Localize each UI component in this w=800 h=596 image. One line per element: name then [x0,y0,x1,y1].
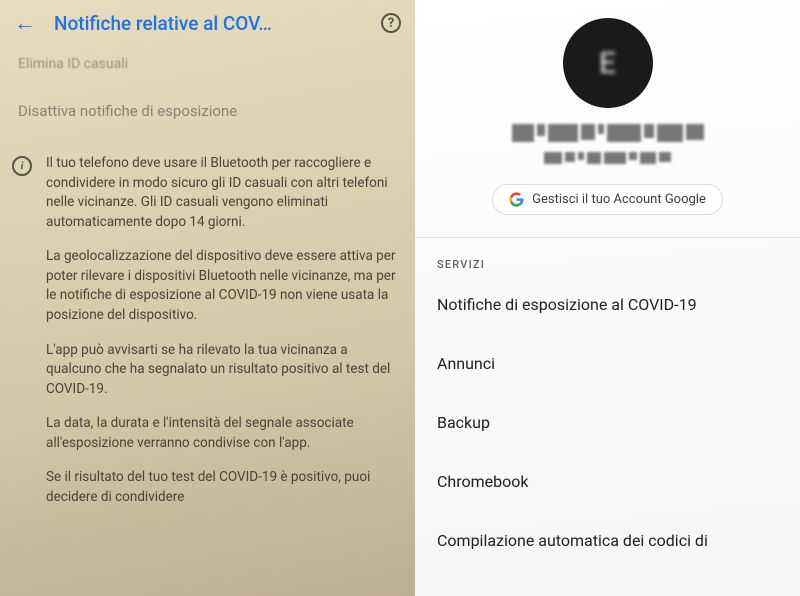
account-name-redacted [468,124,748,146]
back-arrow-icon[interactable]: ← [14,10,36,36]
avatar-letter: E [599,46,616,81]
menu-item-covid-notifications[interactable]: Notifiche di esposizione al COVID-19 [415,275,800,334]
delete-ids-item[interactable]: Elimina ID casuali [0,44,415,82]
page-title: Notifiche relative al COV… [54,12,363,35]
menu-item-chromebook[interactable]: Chromebook [415,452,800,511]
account-email-redacted [498,152,718,168]
menu-item-backup[interactable]: Backup [415,393,800,452]
manage-account-label: Gestisci il tuo Account Google [532,192,706,207]
help-icon[interactable]: ? [381,13,401,33]
info-paragraph: Il tuo telefono deve usare il Bluetooth … [46,154,397,232]
account-avatar[interactable]: E [563,18,653,108]
manage-account-button[interactable]: Gestisci il tuo Account Google [492,184,723,215]
menu-item-autofill-codes[interactable]: Compilazione automatica dei codici di [415,511,800,570]
google-logo-icon [509,192,524,207]
info-paragraph: La data, la durata e l'intensità del seg… [46,414,397,453]
disable-notifications-item[interactable]: Disattiva notifiche di esposizione [0,82,415,138]
menu-item-ads[interactable]: Annunci [415,334,800,393]
info-icon: i [12,156,32,176]
section-header-services: SERVIZI [415,238,800,275]
info-text: Il tuo telefono deve usare il Bluetooth … [46,154,397,522]
info-paragraph: Se il risultato del tuo test del COVID-1… [46,468,397,507]
info-paragraph: L'app può avvisarti se ha rilevato la tu… [46,341,397,400]
info-paragraph: La geolocalizzazione del dispositivo dev… [46,247,397,325]
